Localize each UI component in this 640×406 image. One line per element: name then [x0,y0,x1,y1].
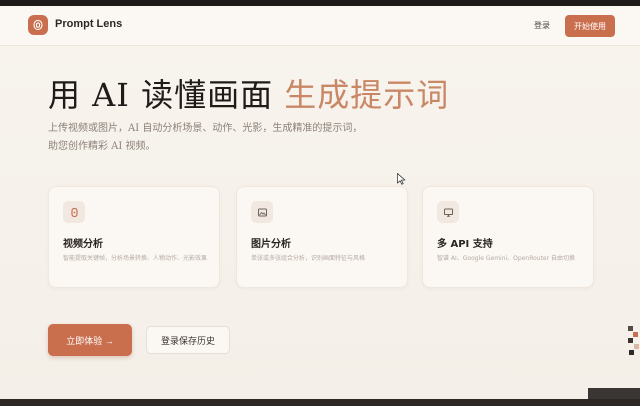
screen-artifact [626,326,640,356]
get-started-button[interactable]: 开始使用 [565,15,615,37]
video-icon [63,201,85,223]
top-nav: Prompt Lens 登录 开始使用 [0,6,640,46]
login-link[interactable]: 登录 [534,20,550,31]
hero-title: 用 AI 读懂画面 生成提示词 [48,70,449,116]
feature-desc: 单张或多张组合分析，识别画面特征与风格 [251,255,366,262]
feature-card-video: 视频分析 智能提取关键帧，分析场景转换、人物动作、光影效果 [48,186,220,288]
mouse-cursor-icon [397,173,406,185]
hero-title-main: 用 AI 读懂画面 [48,76,285,114]
feature-card-image: 图片分析 单张或多张组合分析，识别画面特征与风格 [236,186,408,288]
landing-page: Prompt Lens 登录 开始使用 用 AI 读懂画面 生成提示词 上传视频… [0,0,640,406]
login-save-history-button[interactable]: 登录保存历史 [146,326,230,354]
feature-desc: 智谱 AI、Google Gemini、OpenRouter 自由切换 [437,255,575,262]
try-now-button[interactable]: 立即体验 → [48,324,132,356]
brand-name[interactable]: Prompt Lens [55,18,122,30]
feature-title: 多 API 支持 [437,239,493,250]
hero-title-accent: 生成提示词 [284,76,450,114]
feature-title: 视频分析 [63,239,103,250]
feature-title: 图片分析 [251,239,291,250]
logo-icon[interactable] [28,15,48,35]
image-icon [251,201,273,223]
feature-card-api: 多 API 支持 智谱 AI、Google Gemini、OpenRouter … [422,186,594,288]
hero-subtitle: 上传视频或图片，AI 自动分析场景、动作、光影，生成精准的提示词，助您创作精彩 … [48,123,363,152]
feature-desc: 智能提取关键帧，分析场景转换、人物动作、光影效果 [63,255,208,262]
taskbar [0,399,640,406]
monitor-icon [437,201,459,223]
